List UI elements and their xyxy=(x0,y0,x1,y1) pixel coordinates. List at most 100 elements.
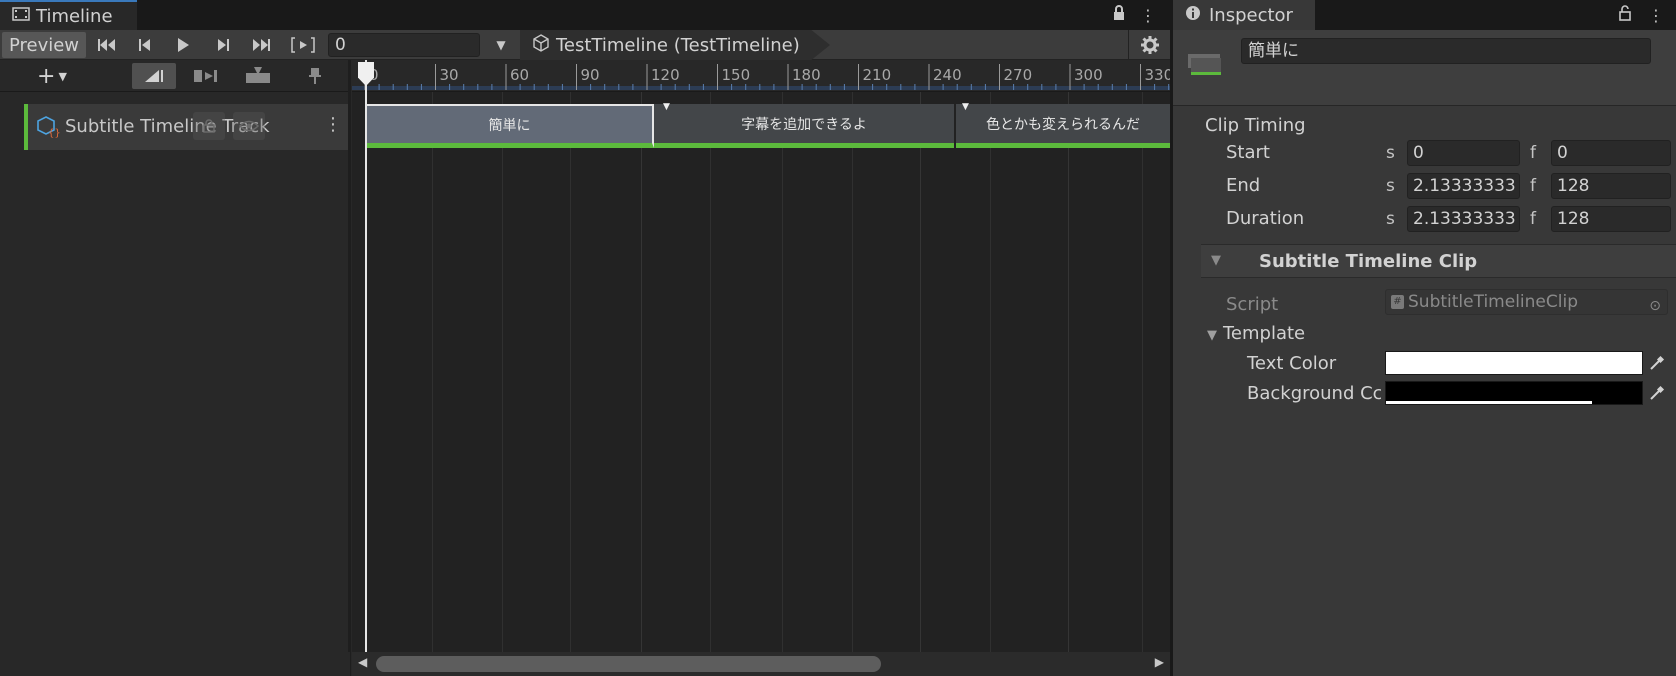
ruler-tick-label: 240 xyxy=(933,66,962,84)
frames-unit: f xyxy=(1530,143,1536,163)
alpha-bar xyxy=(1386,401,1592,404)
mix-mode-icon[interactable] xyxy=(132,63,176,89)
component-title: Subtitle Timeline Clip xyxy=(1259,251,1478,272)
end-seconds-field[interactable]: 2.13333333 xyxy=(1407,173,1520,199)
track-toolbar: + ▼ xyxy=(0,60,350,92)
timeline-clip[interactable]: 色とかも変えられるんだ xyxy=(956,104,1170,148)
playhead-line xyxy=(365,60,367,656)
ruler-tick-label: 150 xyxy=(722,66,751,84)
breadcrumb[interactable]: TestTimeline (TestTimeline) xyxy=(520,30,830,60)
ruler-tick-label: 90 xyxy=(581,66,600,84)
grid-line xyxy=(1068,92,1069,652)
track-header[interactable]: {} Subtitle Timeline Track ⋮ xyxy=(24,104,350,150)
timeline-clip[interactable]: 字幕を追加できるよ xyxy=(654,104,954,148)
timeline-toolbar: Preview 0 ▼ TestTimeline (TestTimeline) xyxy=(0,30,1170,60)
grid-line xyxy=(570,92,571,652)
play-range-icon[interactable] xyxy=(286,32,320,58)
pin-icon[interactable] xyxy=(300,63,330,89)
clip-label: 字幕を追加できるよ xyxy=(741,116,867,133)
time-ruler[interactable]: 0306090120150180210240270300330 xyxy=(352,60,1170,92)
start-frames-field[interactable]: 0 xyxy=(1551,140,1671,166)
object-name-field[interactable]: 簡単に xyxy=(1241,38,1651,64)
end-frames-field[interactable]: 128 xyxy=(1551,173,1671,199)
ruler-tick-label: 300 xyxy=(1074,66,1103,84)
gear-icon[interactable] xyxy=(1128,30,1170,60)
clip-start-marker-icon: ▼ xyxy=(962,102,969,112)
clip-label: 簡単に xyxy=(488,117,531,134)
lock-icon[interactable] xyxy=(1112,5,1126,25)
clip-asset-icon xyxy=(1187,48,1223,78)
lock-icon[interactable] xyxy=(193,112,225,140)
lock-icon[interactable] xyxy=(1618,5,1632,25)
play-icon[interactable] xyxy=(166,32,200,58)
track-script-icon: {} xyxy=(36,116,61,139)
timeline-clip[interactable]: 簡単に xyxy=(365,104,654,148)
ruler-tick-label: 270 xyxy=(1004,66,1033,84)
next-frame-icon[interactable] xyxy=(206,32,240,58)
grid-line xyxy=(1142,92,1143,652)
add-icon[interactable]: + ▼ xyxy=(28,63,76,89)
text-color-field[interactable] xyxy=(1385,351,1643,375)
end-label: End xyxy=(1226,175,1261,196)
fold-arrow-icon[interactable]: ▼ xyxy=(1211,253,1221,268)
ruler-baseline xyxy=(352,86,1170,90)
ruler-tick-label: 60 xyxy=(510,66,529,84)
scroll-left-icon[interactable]: ◀ xyxy=(358,655,367,669)
grid-line xyxy=(990,92,991,652)
script-label: Script xyxy=(1226,294,1279,315)
duration-seconds-field[interactable]: 2.13333333 xyxy=(1407,206,1520,232)
clip-timing-title: Clip Timing xyxy=(1205,115,1306,136)
ruler-tick-label: 30 xyxy=(440,66,459,84)
current-frame-field[interactable]: 0 xyxy=(328,33,480,57)
fold-arrow-icon[interactable]: ▼ xyxy=(1207,328,1217,343)
seconds-unit: s xyxy=(1386,209,1395,229)
ruler-tick-label: 210 xyxy=(863,66,892,84)
template-foldout[interactable]: ▼ Template xyxy=(1207,323,1305,344)
breadcrumb-label: TestTimeline (TestTimeline) xyxy=(556,34,800,56)
script-field: # SubtitleTimelineClip ⊙ xyxy=(1385,289,1668,315)
duration-frames-field[interactable]: 128 xyxy=(1551,206,1671,232)
panel-divider[interactable] xyxy=(348,60,351,676)
grid-line xyxy=(710,92,711,652)
timeline-tab[interactable]: Timeline xyxy=(0,0,137,30)
editor-root: Timeline ⋮ Preview 0 ▼ TestTimeline (Tes… xyxy=(0,0,1676,676)
go-to-start-icon[interactable] xyxy=(90,32,124,58)
inspector-header: 簡単に xyxy=(1173,30,1676,106)
duration-label: Duration xyxy=(1226,208,1305,229)
scroll-right-icon[interactable]: ▶ xyxy=(1155,655,1164,669)
kebab-menu-icon[interactable]: ⋮ xyxy=(324,114,342,135)
eye-icon[interactable] xyxy=(233,112,265,140)
script-value: SubtitleTimelineClip xyxy=(1408,292,1578,312)
background-color-label: Background Cc xyxy=(1247,383,1381,404)
horizontal-scrollbar[interactable]: ◀ ▶ xyxy=(352,652,1170,676)
replace-mode-icon[interactable] xyxy=(236,63,280,89)
inspector-tab[interactable]: Inspector xyxy=(1173,0,1315,30)
preview-button[interactable]: Preview xyxy=(2,32,86,58)
seconds-unit: s xyxy=(1386,143,1395,163)
text-color-label: Text Color xyxy=(1247,353,1337,374)
template-label: Template xyxy=(1223,323,1306,344)
frames-unit: f xyxy=(1530,209,1536,229)
target-icon[interactable]: ⊙ xyxy=(1649,294,1661,318)
eyedropper-icon[interactable] xyxy=(1645,351,1669,375)
eyedropper-icon[interactable] xyxy=(1645,381,1669,405)
ruler-tick-label: 180 xyxy=(792,66,821,84)
scrollbar-thumb[interactable] xyxy=(376,656,881,672)
previous-frame-icon[interactable] xyxy=(128,32,162,58)
chevron-down-icon[interactable]: ▼ xyxy=(490,32,512,58)
timeline-asset-icon xyxy=(532,33,550,57)
component-header[interactable]: ▼ Subtitle Timeline Clip xyxy=(1201,244,1676,278)
ruler-ticks: 0306090120150180210240270300330 xyxy=(352,64,1170,90)
clip-label: 色とかも変えられるんだ xyxy=(986,116,1140,133)
background-color-field[interactable] xyxy=(1385,381,1643,405)
start-seconds-field[interactable]: 0 xyxy=(1407,140,1520,166)
timeline-tab-title: Timeline xyxy=(36,5,113,27)
seconds-unit: s xyxy=(1386,176,1395,196)
clip-area[interactable]: 簡単に 字幕を追加できるよ 色とかも変えられるんだ ▼ ▼ xyxy=(352,92,1170,652)
grid-line xyxy=(502,92,503,652)
ripple-mode-icon[interactable] xyxy=(184,63,228,89)
kebab-menu-icon[interactable]: ⋮ xyxy=(1648,6,1664,25)
kebab-menu-icon[interactable]: ⋮ xyxy=(1140,6,1156,25)
grid-line xyxy=(641,92,642,652)
go-to-end-icon[interactable] xyxy=(244,32,278,58)
